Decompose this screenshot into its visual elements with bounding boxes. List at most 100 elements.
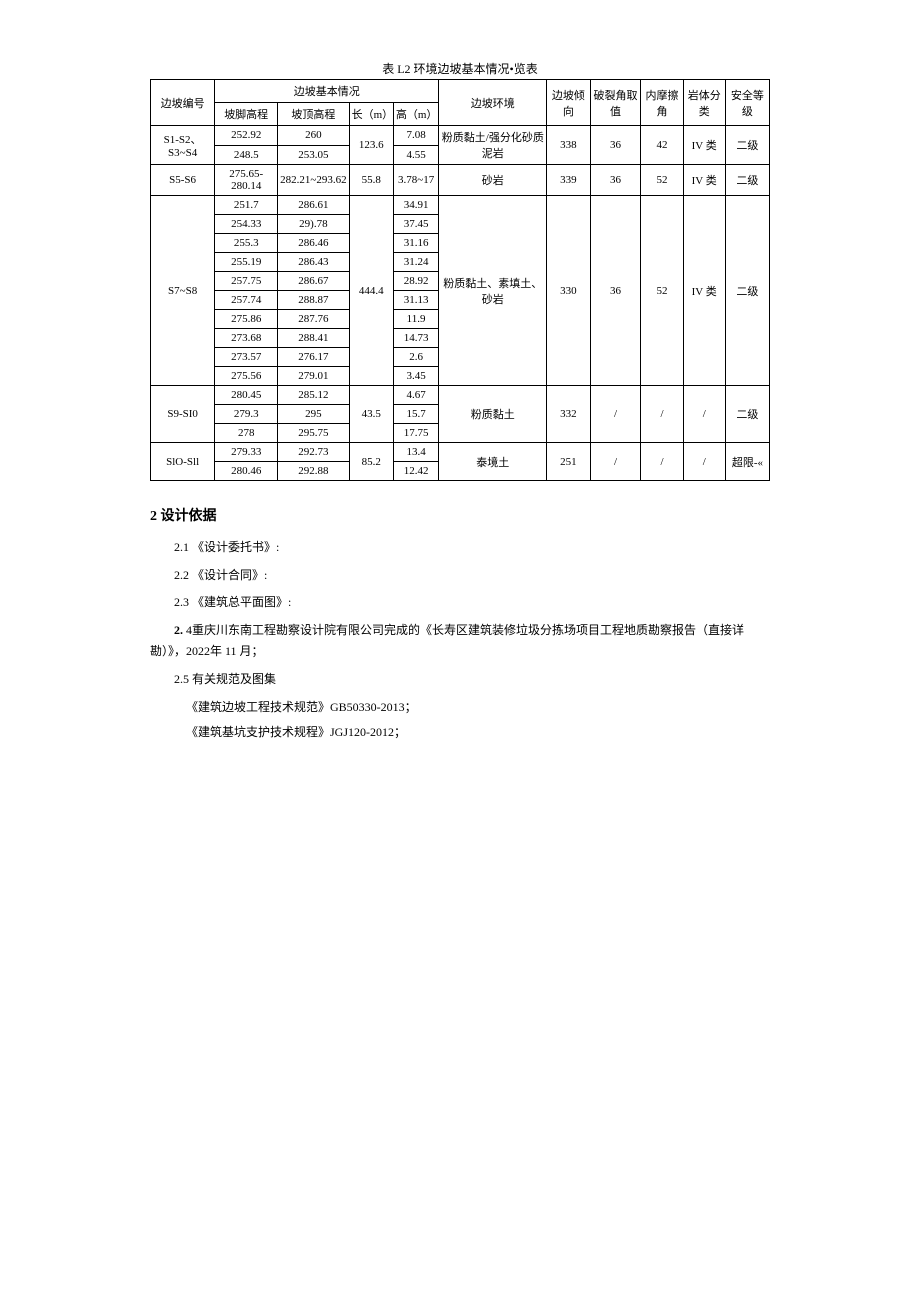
table-row: S5-S6275.65-280.14282.21~293.6255.83.78~… [151,165,770,196]
cell-crack: 36 [590,126,641,165]
cell-rock: IV 类 [683,126,725,165]
cell-fric: 52 [641,196,683,386]
item-2-3: 2.3 《建筑总平面图》: [150,592,770,614]
th-top: 坡顶高程 [278,103,349,126]
cell-top: 286.46 [278,234,349,253]
item-2-4-text: 4重庆川东南工程勘察设计院有限公司完成的《长寿区建筑装修垃圾分拣场项目工程地质勘… [150,623,744,659]
cell-rock: / [683,386,725,443]
cell-foot: 254.33 [215,215,278,234]
cell-safety: 二级 [725,386,769,443]
cell-crack: 36 [590,196,641,386]
table-row: S7~S8251.7286.61444.434.91粉质黏土、素填土、砂岩330… [151,196,770,215]
cell-safety: 二级 [725,126,769,165]
cell-height: 3.78~17 [393,165,438,196]
cell-length: 85.2 [349,443,393,481]
th-height: 高（m） [393,103,438,126]
cell-top: 292.88 [278,462,349,481]
cell-height: 4.67 [393,386,438,405]
cell-length: 55.8 [349,165,393,196]
th-dip: 边坡倾向 [547,80,590,126]
cell-height: 31.16 [393,234,438,253]
cell-rock: IV 类 [683,165,725,196]
th-env: 边坡环境 [439,80,547,126]
cell-top: 295.75 [278,424,349,443]
cell-height: 3.45 [393,367,438,386]
section-2-title: 2 设计依据 [150,505,770,525]
th-slope-no: 边坡编号 [151,80,215,126]
cell-env: 粉质黏土 [439,386,547,443]
cell-foot: 275.65-280.14 [215,165,278,196]
cell-top: 286.67 [278,272,349,291]
cell-safety: 二级 [725,165,769,196]
th-rock: 岩体分类 [683,80,725,126]
cell-foot: 280.46 [215,462,278,481]
cell-top: 282.21~293.62 [278,165,349,196]
cell-slope-no: S7~S8 [151,196,215,386]
cell-crack: 36 [590,165,641,196]
th-length: 长（m） [349,103,393,126]
cell-slope-no: S9-SI0 [151,386,215,443]
item-2-5: 2.5 有关规范及图集 [150,669,770,691]
cell-height: 13.4 [393,443,438,462]
cell-top: 260 [278,126,349,146]
cell-foot: 278 [215,424,278,443]
cell-dip: 339 [547,165,590,196]
cell-fric: / [641,386,683,443]
cell-height: 34.91 [393,196,438,215]
table-row: S1-S2、S3~S4252.92260123.67.08粉质黏土/强分化砂质泥… [151,126,770,146]
cell-env: 粉质黏土、素填土、砂岩 [439,196,547,386]
cell-foot: 275.56 [215,367,278,386]
cell-foot: 280.45 [215,386,278,405]
cell-height: 37.45 [393,215,438,234]
th-friction: 内摩擦角 [641,80,683,126]
cell-foot: 273.57 [215,348,278,367]
table-row: S9-SI0280.45285.1243.54.67粉质黏土332///二级 [151,386,770,405]
cell-crack: / [590,443,641,481]
cell-dip: 251 [547,443,590,481]
cell-foot: 257.74 [215,291,278,310]
cell-height: 31.24 [393,253,438,272]
cell-height: 28.92 [393,272,438,291]
cell-height: 15.7 [393,405,438,424]
cell-top: 276.17 [278,348,349,367]
spec-1: 《建筑边坡工程技术规范》GB50330-2013； [150,697,770,719]
item-2-2: 2.2 《设计合同》: [150,565,770,587]
cell-dip: 330 [547,196,590,386]
cell-slope-no: S5-S6 [151,165,215,196]
th-foot: 坡脚高程 [215,103,278,126]
cell-foot: 251.7 [215,196,278,215]
cell-rock: / [683,443,725,481]
item-2-4-num: 2. [174,623,183,637]
cell-slope-no: S1-S2、S3~S4 [151,126,215,165]
cell-top: 287.76 [278,310,349,329]
cell-height: 12.42 [393,462,438,481]
cell-height: 11.9 [393,310,438,329]
cell-top: 286.61 [278,196,349,215]
cell-foot: 273.68 [215,329,278,348]
item-2-1: 2.1 《设计委托书》: [150,537,770,559]
cell-length: 444.4 [349,196,393,386]
cell-foot: 255.3 [215,234,278,253]
cell-foot: 279.33 [215,443,278,462]
cell-height: 31.13 [393,291,438,310]
cell-top: 288.87 [278,291,349,310]
th-safety: 安全等级 [725,80,769,126]
cell-fric: / [641,443,683,481]
cell-slope-no: SlO-Sll [151,443,215,481]
cell-env: 粉质黏土/强分化砂质泥岩 [439,126,547,165]
cell-top: 288.41 [278,329,349,348]
cell-height: 7.08 [393,126,438,146]
cell-top: 253.05 [278,145,349,165]
cell-height: 14.73 [393,329,438,348]
cell-foot: 279.3 [215,405,278,424]
cell-height: 2.6 [393,348,438,367]
cell-crack: / [590,386,641,443]
cell-height: 4.55 [393,145,438,165]
table-caption: 表 L2 环境边坡基本情况•览表 [150,60,770,77]
cell-safety: 超限-« [725,443,769,481]
cell-top: 285.12 [278,386,349,405]
item-2-4: 2. 4重庆川东南工程勘察设计院有限公司完成的《长寿区建筑装修垃圾分拣场项目工程… [150,620,770,663]
cell-length: 43.5 [349,386,393,443]
cell-length: 123.6 [349,126,393,165]
cell-fric: 42 [641,126,683,165]
